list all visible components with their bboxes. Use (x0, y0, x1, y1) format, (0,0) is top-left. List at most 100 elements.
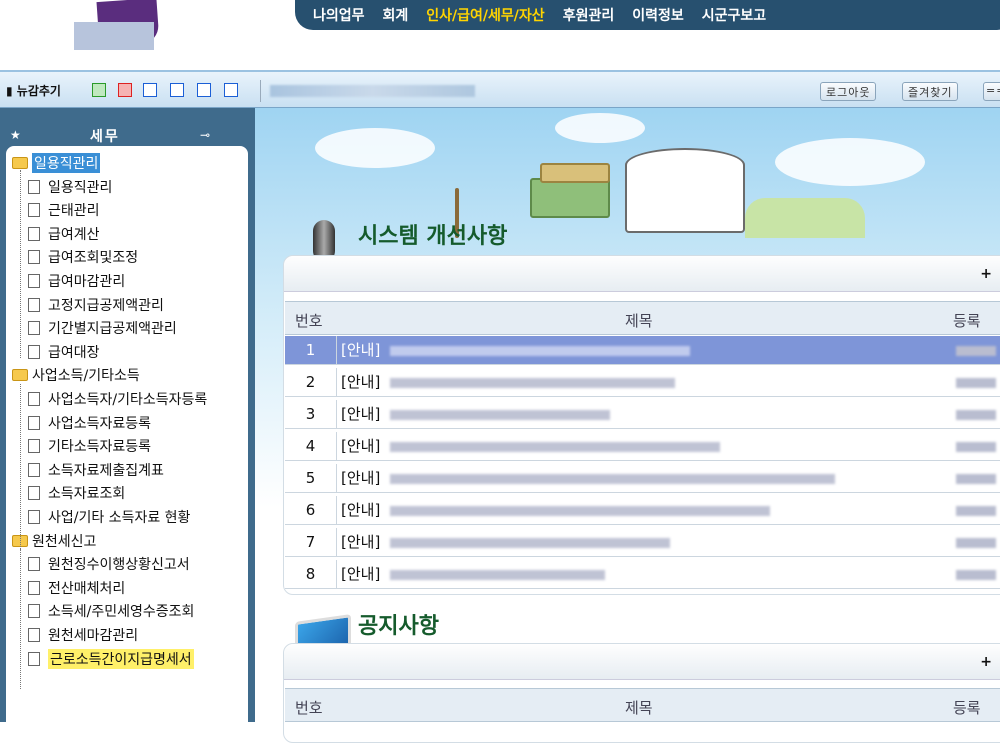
menu-sponsor[interactable]: 후원관리 (563, 5, 615, 25)
blurred-date (956, 346, 996, 356)
document-icon (28, 462, 40, 477)
document-icon (28, 179, 40, 194)
tree-item[interactable]: 근로소득간이지급명세서 (28, 648, 194, 670)
tree-item[interactable]: 사업/기타 소득자료 현황 (28, 506, 190, 528)
main-content: 시스템 개선사항 + 번호 제목 등록 1 [안내] 2 [안내] 3 [안내] 4 [안내]… (255, 108, 1000, 743)
menu-report[interactable]: 시군구보고 (702, 5, 766, 25)
tree-label: 소득세/주민세영수증조회 (48, 604, 195, 621)
document-icon (28, 344, 40, 359)
tree-item[interactable]: 전산매체처리 (28, 577, 125, 599)
menu-history[interactable]: 이력정보 (632, 5, 684, 25)
col-number: 번호 (295, 312, 323, 330)
tree-connector (20, 549, 21, 689)
blurred-date (956, 378, 996, 388)
tree-item[interactable]: 기타소득자료등록 (28, 435, 151, 457)
row-number: 6 (285, 496, 337, 524)
blurred-info (270, 85, 475, 97)
tree-folder[interactable]: 원천세신고 (12, 530, 96, 552)
tree-label: 원천세신고 (32, 533, 97, 550)
blurred-date (956, 570, 996, 580)
row-subject[interactable]: [안내] (341, 560, 380, 589)
favorites-dropdown[interactable]: == (983, 82, 1000, 101)
menu-hr-payroll[interactable]: 인사/급여/세무/자산 (426, 5, 544, 25)
layout-split-icon[interactable] (143, 83, 157, 97)
logout-button[interactable]: 로그아웃 (820, 82, 877, 101)
row-subject[interactable]: [안내] (341, 528, 380, 557)
document-icon (28, 415, 40, 430)
table-row[interactable]: 1 [안내] (285, 336, 1000, 365)
tree-label: 소득자료조회 (48, 486, 126, 503)
blurred-date (956, 442, 996, 452)
tree-item[interactable]: 급여조회및조정 (28, 246, 138, 268)
table-row[interactable]: 4 [안내] (285, 432, 1000, 461)
sidebar-header: ★ 세무 ⊸ (0, 116, 255, 145)
tree-item[interactable]: 사업소득자료등록 (28, 412, 151, 434)
tree-label: 일용직관리 (48, 179, 113, 196)
logo-blurred (74, 22, 154, 50)
tree-item[interactable]: 급여대장 (28, 341, 100, 363)
menu-accounting[interactable]: 회계 (383, 5, 409, 25)
table-row[interactable]: 7 [안내] (285, 528, 1000, 557)
document-icon (28, 274, 40, 288)
row-subject[interactable]: [안내] (341, 368, 380, 397)
tree-item[interactable]: 소득자료제출집계표 (28, 459, 164, 481)
sidebar-title: 세무 (90, 129, 120, 145)
row-subject[interactable]: [안내] (341, 432, 380, 461)
notice-more-button[interactable]: + (980, 654, 992, 670)
table-row[interactable]: 5 [안내] (285, 464, 1000, 493)
document-icon (28, 297, 40, 312)
row-number: 4 (285, 432, 337, 460)
tree-item[interactable]: 사업소득자/기타소득자등록 (28, 388, 207, 410)
row-number: 5 (285, 464, 337, 492)
tree-item[interactable]: 기간별지급공제액관리 (28, 317, 177, 339)
tree-item[interactable]: 소득세/주민세영수증조회 (28, 600, 194, 622)
next-icon[interactable] (118, 83, 132, 97)
tree-item[interactable]: 급여마감관리 (28, 270, 125, 292)
news-toggle[interactable]: ▮ 뉴감추기 (6, 82, 61, 99)
blurred-subject (390, 570, 605, 580)
document-icon (28, 439, 40, 454)
tree-item[interactable]: 소득자료조회 (28, 482, 125, 504)
menu-my-work[interactable]: 나의업무 (313, 5, 365, 25)
tree-item[interactable]: 고정지급공제액관리 (28, 294, 164, 316)
tree-item[interactable]: 원천징수이행상황신고서 (28, 553, 190, 575)
prev-icon[interactable] (92, 83, 106, 97)
row-subject[interactable]: [안내] (341, 464, 380, 493)
row-subject[interactable]: [안내] (341, 496, 380, 525)
tree-item[interactable]: 근태관리 (28, 199, 100, 221)
col-date: 등록 (953, 312, 981, 330)
document-icon (28, 510, 40, 524)
blurred-date (956, 506, 996, 516)
layout-single-icon[interactable] (224, 83, 238, 97)
key-icon[interactable]: ⊸ (200, 128, 210, 142)
table-row[interactable]: 2 [안내] (285, 368, 1000, 397)
tree-label: 기타소득자료등록 (48, 439, 152, 456)
tree-item[interactable]: 원천세마감관리 (28, 624, 138, 646)
notice-panel-bar: + (284, 644, 1000, 680)
table-row[interactable]: 6 [안내] (285, 496, 1000, 525)
row-number: 1 (285, 336, 337, 364)
tree-item[interactable]: 일용직관리 (28, 176, 112, 198)
layout-cascade-icon[interactable] (197, 83, 211, 97)
news-toggle-label: 뉴감추기 (16, 84, 61, 98)
blurred-date (956, 538, 996, 548)
favorites-button[interactable]: 즐겨찾기 (902, 82, 959, 101)
document-icon (28, 392, 40, 406)
blurred-subject (390, 346, 690, 356)
system-more-button[interactable]: + (980, 266, 992, 282)
row-number: 3 (285, 400, 337, 428)
layout-rows-icon[interactable] (170, 83, 184, 97)
tree-label: 급여대장 (48, 344, 100, 361)
row-subject[interactable]: [안내] (341, 336, 380, 365)
table-row[interactable]: 3 [안내] (285, 400, 1000, 429)
row-subject[interactable]: [안내] (341, 400, 380, 429)
row-number: 7 (285, 528, 337, 556)
system-section-title: 시스템 개선사항 (358, 224, 508, 249)
tree-label: 사업소득/기타소득 (32, 368, 140, 385)
tree-item[interactable]: 급여계산 (28, 223, 100, 245)
tree-label: 고정지급공제액관리 (48, 297, 164, 314)
tree-folder[interactable]: 일용직관리 (12, 152, 101, 174)
blurred-date (956, 410, 996, 420)
tree-folder[interactable]: 사업소득/기타소득 (12, 364, 140, 386)
table-row[interactable]: 8 [안내] (285, 560, 1000, 589)
